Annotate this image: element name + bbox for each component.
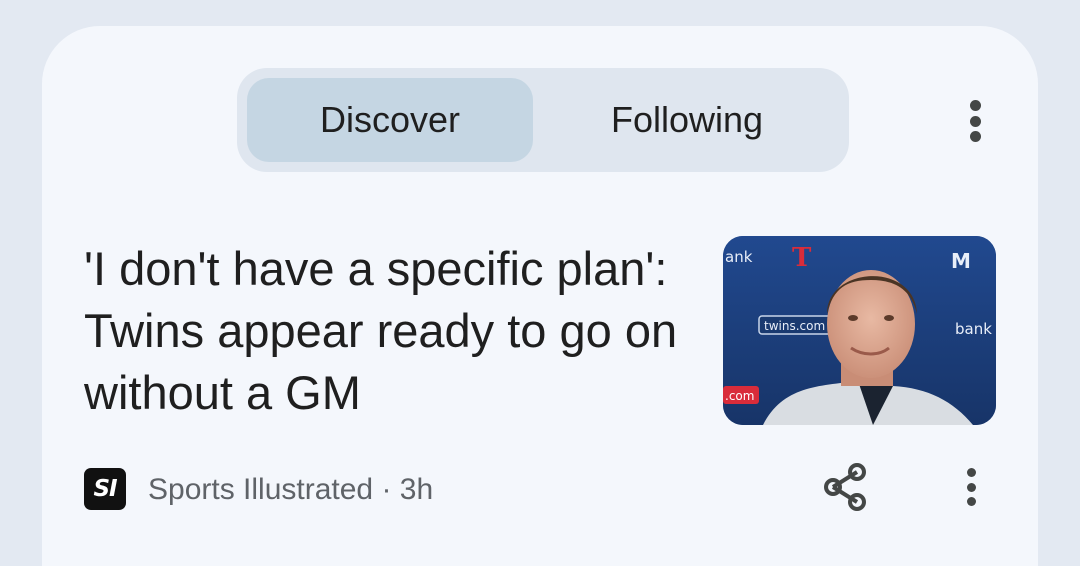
signage-logo-icon: M xyxy=(951,249,971,273)
signage-text: twins.com xyxy=(764,319,825,333)
signage-text: bank xyxy=(955,320,992,338)
source-name: Sports Illustrated xyxy=(148,473,374,506)
share-icon xyxy=(824,463,866,511)
article-thumbnail[interactable]: ank T twins.com bank M .com xyxy=(723,236,996,425)
separator: · xyxy=(381,473,392,506)
tab-following[interactable]: Following xyxy=(537,78,837,162)
signage-text: .com xyxy=(725,389,754,403)
source-logo: SI xyxy=(84,468,126,510)
tab-discover[interactable]: Discover xyxy=(247,78,533,162)
article-source-line: Sports Illustrated · 3h xyxy=(148,470,433,510)
share-button[interactable] xyxy=(823,462,869,512)
article-age: 3h xyxy=(399,473,434,506)
twins-logo-icon: T xyxy=(792,243,812,273)
feed-tab-switcher: Discover Following xyxy=(237,68,849,172)
thumbnail-photo: ank T twins.com bank M .com xyxy=(723,236,996,425)
article-headline[interactable]: 'I don't have a specific plan': Twins ap… xyxy=(84,238,704,424)
signage-text: ank xyxy=(725,248,753,266)
more-options-icon[interactable] xyxy=(964,100,986,142)
article-more-options-icon[interactable] xyxy=(962,468,980,506)
